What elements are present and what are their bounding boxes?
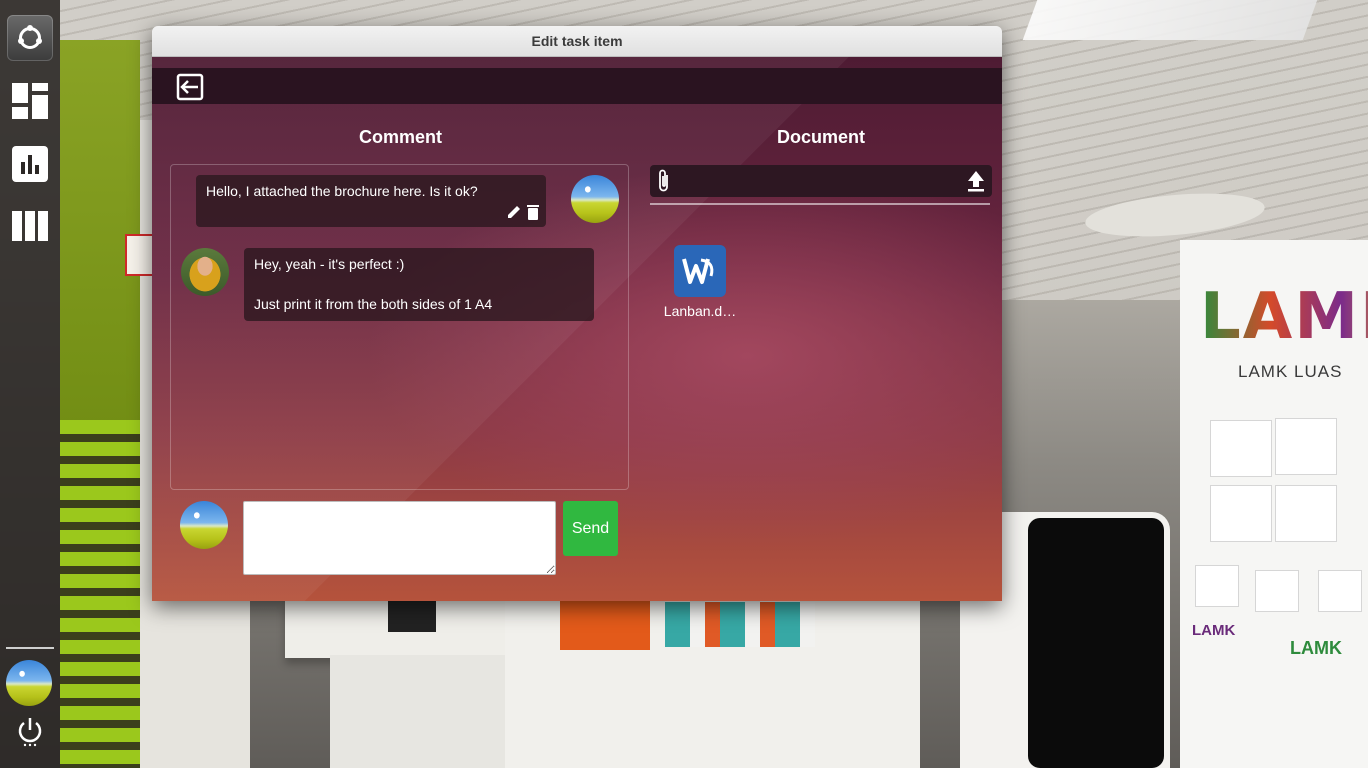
- comment-heading: Comment: [359, 127, 443, 147]
- document-upload-bar: [650, 165, 992, 197]
- comment-line-2: Just print it from the both sides of 1 A…: [254, 296, 493, 312]
- banner-logo: LAMK: [1200, 280, 1368, 354]
- document-heading: Document: [777, 127, 866, 147]
- banner-tile: [1275, 418, 1337, 475]
- banner-caption-1: LAMK: [1192, 622, 1236, 639]
- poster-orange: [560, 600, 650, 650]
- power-icon[interactable]: [16, 717, 44, 747]
- comment-input[interactable]: [243, 501, 556, 575]
- edit-pencil-icon[interactable]: [506, 204, 522, 220]
- user-avatar[interactable]: [6, 660, 52, 706]
- bar-chart-icon[interactable]: [12, 146, 48, 182]
- stairs: [60, 420, 140, 768]
- edit-task-dialog: Edit task item Comment Document Hello, I…: [152, 26, 1002, 601]
- own-avatar: [571, 175, 619, 223]
- banner-tile: [1255, 570, 1299, 612]
- word-glyph: [682, 258, 714, 284]
- banner-caption-2: LAMK: [1290, 638, 1342, 658]
- banner-tile: [1318, 570, 1362, 612]
- wall-sign: [125, 234, 155, 276]
- ubuntu-logo-icon[interactable]: [7, 15, 53, 61]
- back-exit-icon[interactable]: [176, 73, 204, 101]
- comment-bubble-reply: Hey, yeah - it's perfect :) Just print i…: [244, 248, 594, 321]
- launcher-separator: [6, 647, 54, 649]
- dialog-content: Comment Document Hello, I attached the b…: [152, 57, 1002, 601]
- upload-icon[interactable]: [966, 170, 986, 192]
- commenter-avatar: [181, 248, 229, 296]
- ceiling-lamp: [1022, 0, 1318, 40]
- word-document-icon: [674, 245, 726, 297]
- speaker: [388, 600, 436, 632]
- lamk-banner: LAMK LAMK LUAS LAMK LAMK: [1180, 240, 1368, 768]
- columns-icon[interactable]: [12, 209, 48, 245]
- launcher: [0, 0, 60, 768]
- comment-bubble-own: Hello, I attached the brochure here. Is …: [196, 175, 546, 227]
- document-file[interactable]: Lanban.d…: [660, 245, 740, 319]
- poster-pattern: [665, 602, 815, 647]
- banner-tile: [1275, 485, 1337, 542]
- dialog-toolbar: [152, 68, 1002, 104]
- dashboard-icon[interactable]: [12, 83, 48, 119]
- comment-line-1: Hey, yeah - it's perfect :): [254, 256, 405, 272]
- kiosk-screen: [1028, 518, 1164, 768]
- window-title: Edit task item: [152, 26, 1002, 57]
- poster-board: [505, 590, 920, 768]
- paperclip-icon[interactable]: [656, 168, 672, 194]
- banner-tile: [1210, 420, 1272, 477]
- document-divider: [650, 203, 990, 205]
- composer-avatar: [180, 501, 228, 549]
- delete-trash-icon[interactable]: [526, 204, 540, 220]
- document-filename: Lanban.d…: [663, 303, 737, 319]
- comment-text: Hello, I attached the brochure here. Is …: [206, 183, 478, 199]
- send-button[interactable]: Send: [563, 501, 618, 556]
- banner-tile: [1195, 565, 1239, 607]
- banner-tile: [1210, 485, 1272, 542]
- banner-subtitle: LAMK LUAS: [1238, 362, 1343, 381]
- shelf-base: [330, 655, 505, 768]
